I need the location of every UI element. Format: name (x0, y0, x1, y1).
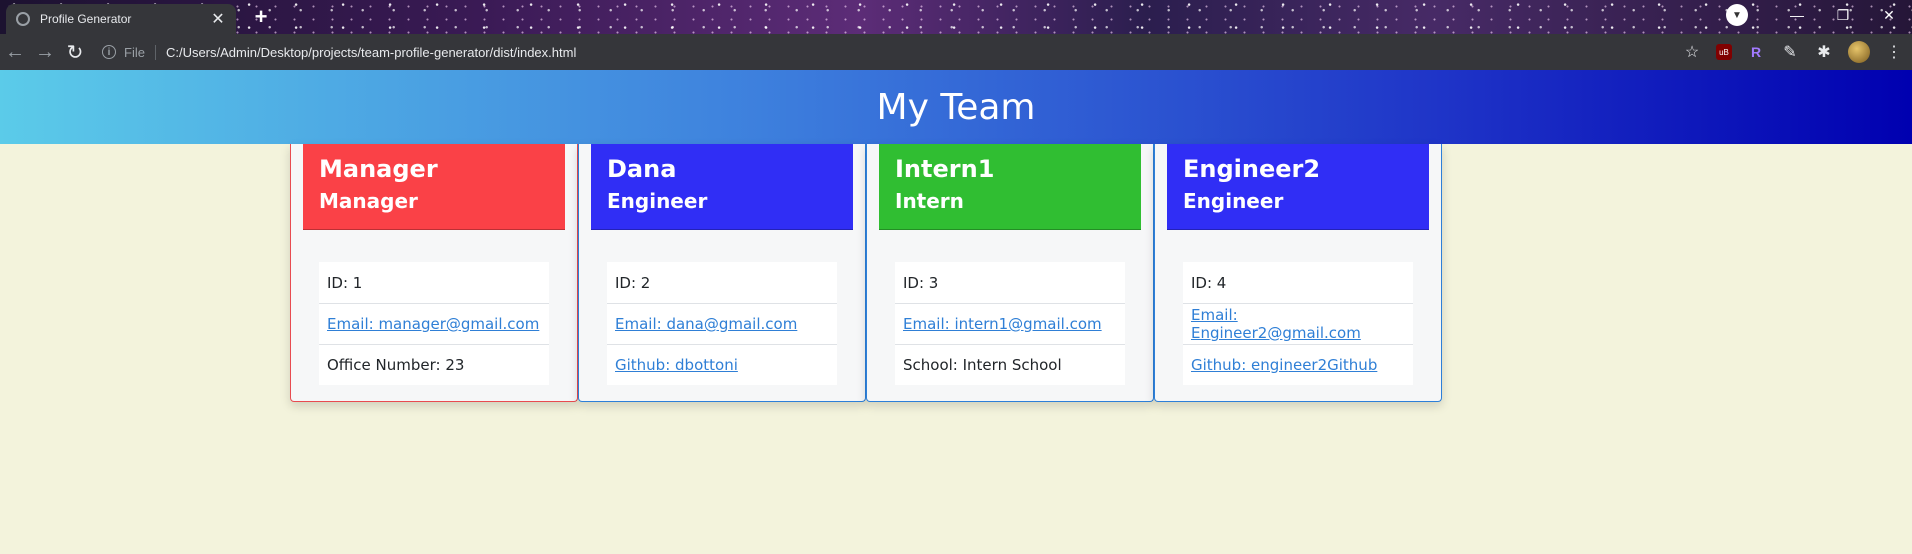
employee-name: Manager (319, 155, 438, 183)
employee-card-engineer: Dana Engineer ID: 2 Email: dana@gmail.co… (578, 144, 866, 402)
email-link[interactable]: Email: intern1@gmail.com (903, 315, 1102, 333)
restore-button[interactable]: ❐ (1820, 0, 1866, 30)
window-controls: ▼ — ❐ ✕ (1726, 0, 1912, 30)
menu-kebab-icon[interactable]: ⋮ (1884, 42, 1904, 62)
employee-email-item: Email: manager@gmail.com (319, 303, 549, 344)
github-link[interactable]: Github: dbottoni (615, 356, 738, 374)
employee-github-item: Github: dbottoni (607, 344, 837, 385)
employee-role: Manager (319, 189, 418, 213)
email-link[interactable]: Email: Engineer2@gmail.com (1191, 306, 1405, 342)
employee-details: ID: 2 Email: dana@gmail.com Github: dbot… (607, 262, 837, 385)
globe-icon (16, 12, 30, 26)
toolbar-actions: ☆ uB R ✎ ✱ ⋮ (1682, 34, 1904, 70)
reload-icon[interactable]: ↻ (60, 37, 90, 67)
file-label: File (124, 44, 156, 60)
school-name: School: Intern School (895, 344, 1125, 385)
employee-card-intern: Intern1 Intern ID: 3 Email: intern1@gmai… (866, 144, 1154, 402)
browser-tab-strip: Profile Generator ✕ + ▼ — ❐ ✕ (0, 0, 1912, 34)
card-header: Dana Engineer (591, 144, 853, 230)
bookmark-star-icon[interactable]: ☆ (1682, 42, 1702, 62)
employee-id: ID: 1 (327, 273, 363, 292)
employee-email-item: Email: dana@gmail.com (607, 303, 837, 344)
back-icon[interactable]: ← (0, 37, 30, 67)
github-link[interactable]: Github: engineer2Github (1191, 356, 1377, 374)
info-icon[interactable]: i (102, 45, 116, 59)
employee-details: ID: 4 Email: Engineer2@gmail.com Github:… (1183, 262, 1413, 385)
employee-id: ID: 2 (615, 273, 651, 292)
employee-details: ID: 3 Email: intern1@gmail.com School: I… (895, 262, 1125, 385)
email-link[interactable]: Email: dana@gmail.com (615, 315, 797, 333)
office-number: Office Number: 23 (319, 344, 549, 385)
card-header: Intern1 Intern (879, 144, 1141, 230)
page-title: My Team (876, 86, 1036, 128)
employee-name: Intern1 (895, 155, 995, 183)
email-link[interactable]: Email: manager@gmail.com (327, 315, 539, 333)
tab-search-icon[interactable]: ▼ (1726, 4, 1748, 26)
employee-github-item: Github: engineer2Github (1183, 344, 1413, 385)
employee-email-item: Email: intern1@gmail.com (895, 303, 1125, 344)
ublock-extension-icon[interactable]: uB (1716, 44, 1732, 60)
card-header: Engineer2 Engineer (1167, 144, 1429, 230)
close-window-button[interactable]: ✕ (1866, 0, 1912, 30)
employee-role: Engineer (607, 189, 708, 213)
employee-id: ID: 3 (903, 273, 939, 292)
close-tab-icon[interactable]: ✕ (210, 9, 226, 29)
new-tab-button[interactable]: + (250, 6, 272, 28)
tab-title: Profile Generator (40, 12, 132, 26)
employee-name: Engineer2 (1183, 155, 1321, 183)
extensions-puzzle-icon[interactable]: ✱ (1814, 42, 1834, 62)
card-header: Manager Manager (303, 144, 565, 230)
profile-avatar[interactable] (1848, 41, 1870, 63)
team-cards: Manager Manager ID: 1 Email: manager@gma… (290, 144, 1442, 402)
address-bar[interactable]: i File C:/Users/Admin/Desktop/projects/t… (102, 38, 1702, 66)
employee-details: ID: 1 Email: manager@gmail.com Office Nu… (319, 262, 549, 385)
employee-email-item: Email: Engineer2@gmail.com (1183, 303, 1413, 344)
browser-toolbar: ← → ↻ i File C:/Users/Admin/Desktop/proj… (0, 34, 1912, 70)
r-extension-icon[interactable]: R (1746, 42, 1766, 62)
employee-name: Dana (607, 155, 677, 183)
employee-id: ID: 4 (1191, 273, 1227, 292)
forward-icon[interactable]: → (30, 37, 60, 67)
url-text[interactable]: C:/Users/Admin/Desktop/projects/team-pro… (166, 45, 576, 60)
page-header: My Team (0, 70, 1912, 144)
minimize-button[interactable]: — (1774, 0, 1820, 30)
employee-card-manager: Manager Manager ID: 1 Email: manager@gma… (290, 144, 578, 402)
employee-role: Engineer (1183, 189, 1284, 213)
browser-tab[interactable]: Profile Generator ✕ (6, 4, 236, 34)
pen-extension-icon[interactable]: ✎ (1780, 42, 1800, 62)
employee-card-engineer: Engineer2 Engineer ID: 4 Email: Engineer… (1154, 144, 1442, 402)
employee-role: Intern (895, 189, 964, 213)
